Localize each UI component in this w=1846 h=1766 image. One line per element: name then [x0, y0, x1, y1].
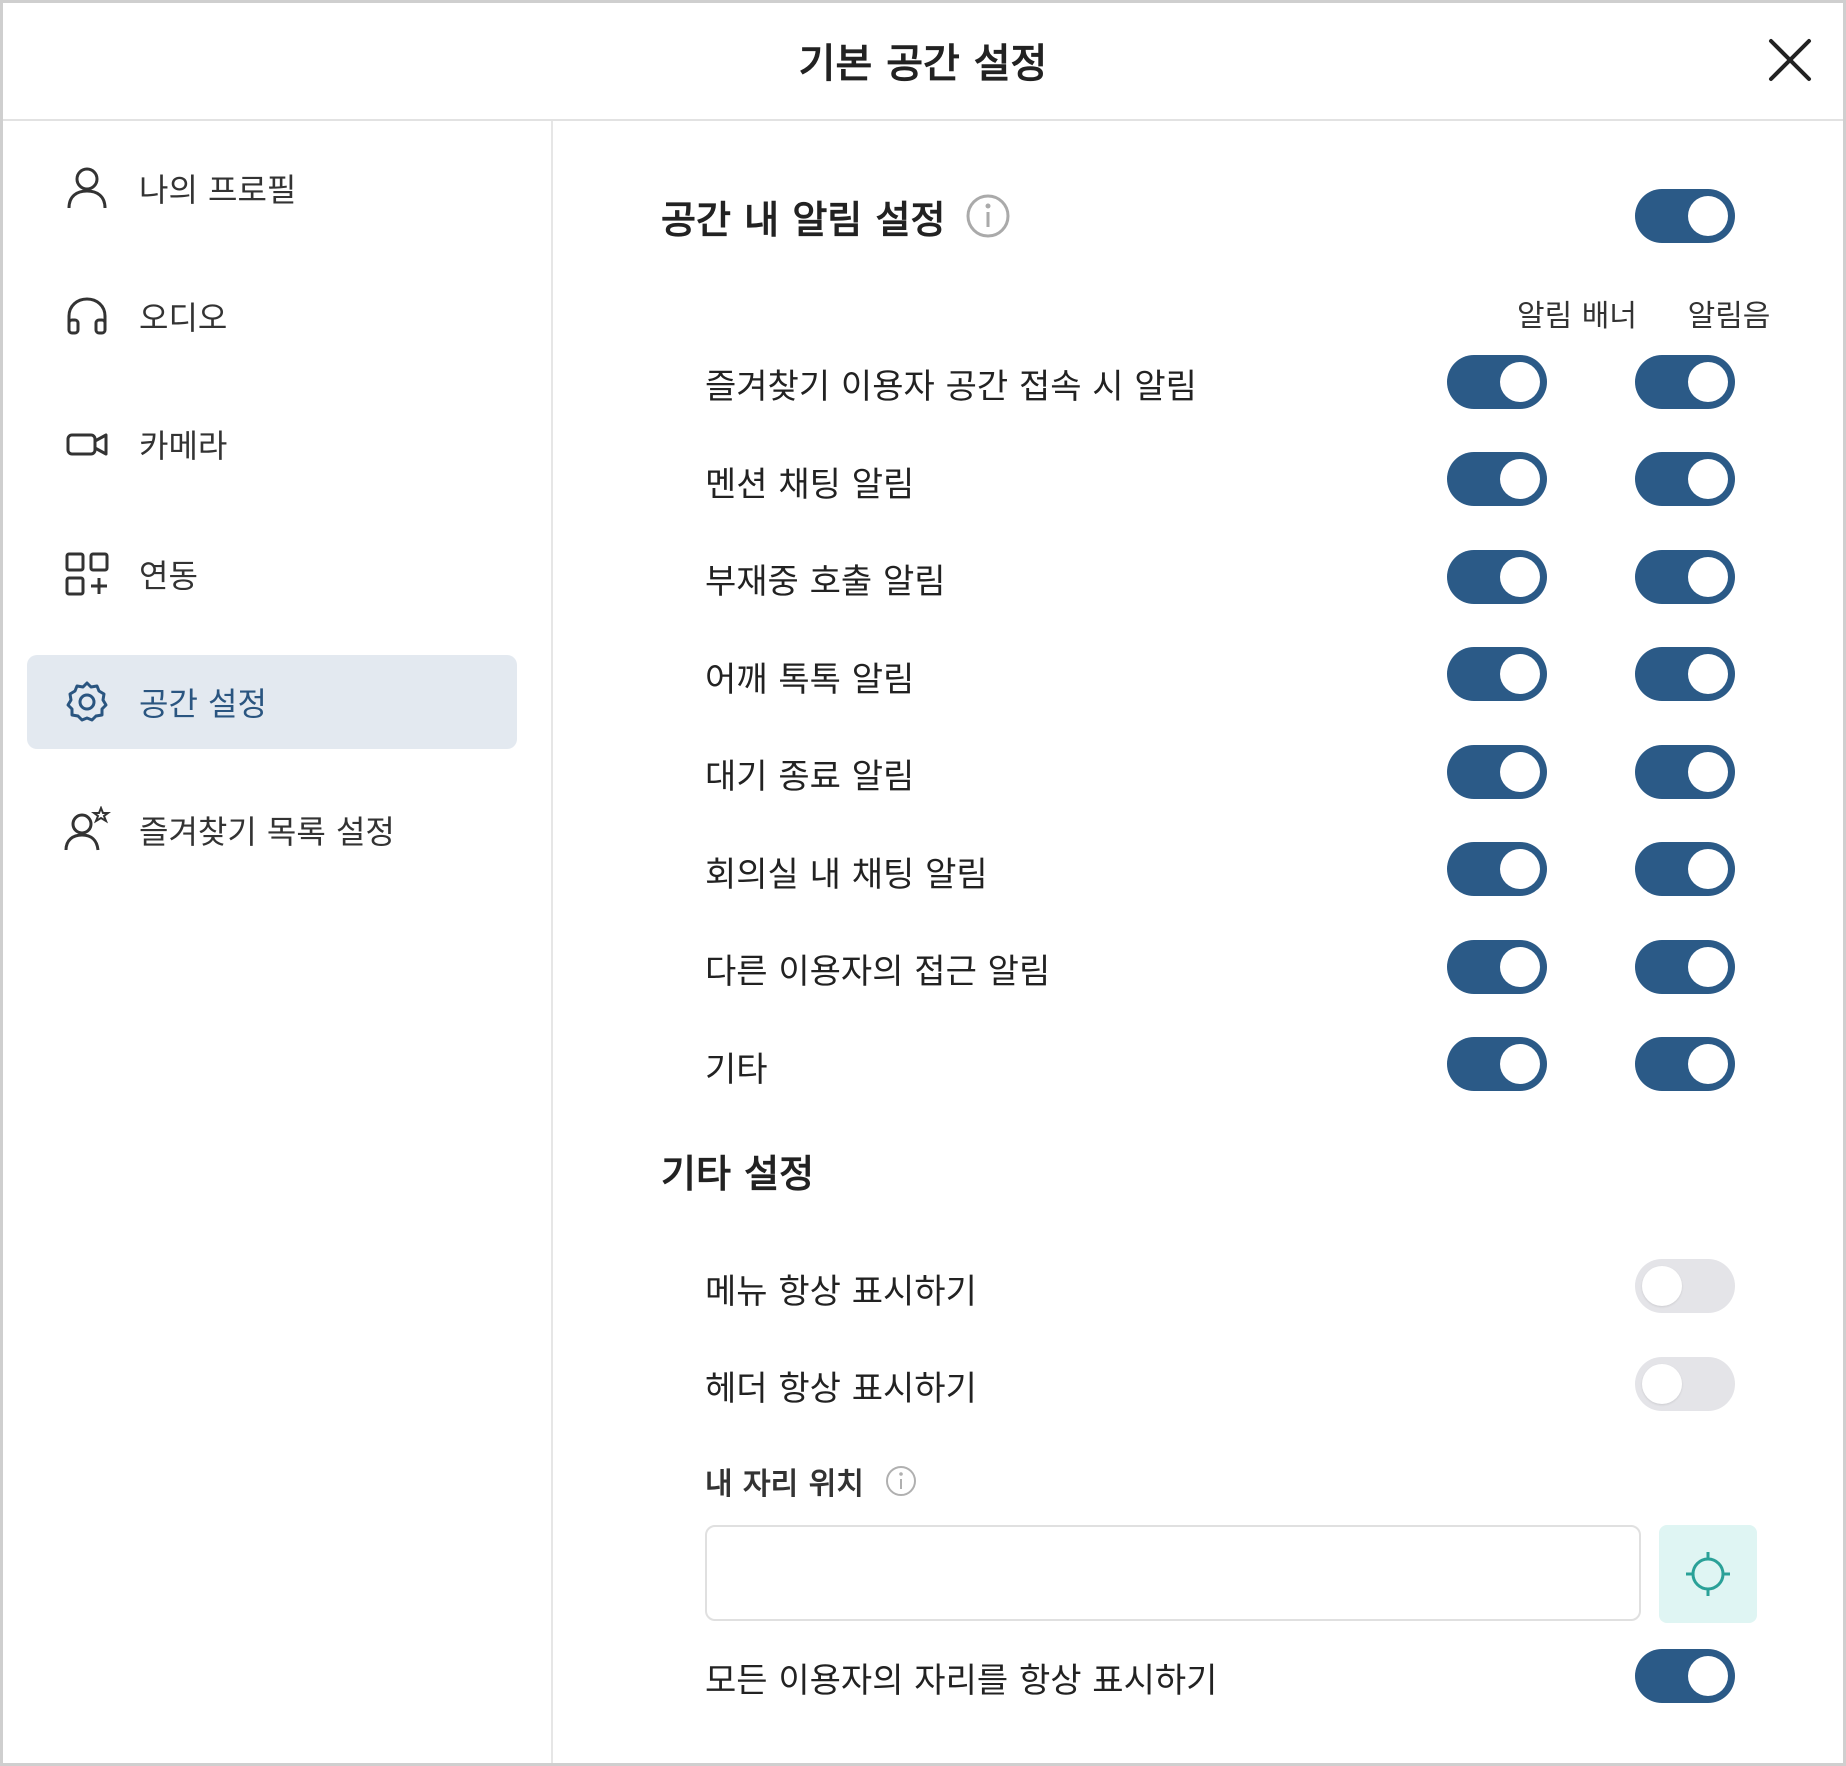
- always-show-header-toggle[interactable]: [1635, 1357, 1735, 1411]
- crosshair-icon: [1686, 1552, 1730, 1596]
- banner-toggle-favorite-access[interactable]: [1447, 355, 1547, 409]
- headphones-icon: [67, 297, 107, 335]
- notification-row-label: 멘션 채팅 알림: [705, 465, 915, 505]
- sound-toggle-favorite-access[interactable]: [1635, 355, 1735, 409]
- banner-toggle-wait-end[interactable]: [1447, 745, 1547, 799]
- always-show-menu-toggle[interactable]: [1635, 1259, 1735, 1313]
- column-header-sound: 알림음: [1687, 299, 1771, 334]
- sidebar-item-camera[interactable]: 카메라: [27, 397, 517, 491]
- sound-toggle-user-approach[interactable]: [1635, 940, 1735, 994]
- settings-dialog: 기본 공간 설정 나의 프로필 오디오 카메라 연동 공간 설정 즐겨찾기 목록…: [0, 0, 1846, 1766]
- sidebar-item-label: 즐겨찾기 목록 설정: [139, 813, 395, 851]
- notification-settings-title: 공간 내 알림 설정: [661, 198, 946, 242]
- user-icon: [67, 167, 107, 209]
- camera-icon: [66, 433, 108, 456]
- info-icon[interactable]: [965, 193, 1011, 239]
- sidebar-item-label: 공간 설정: [139, 685, 267, 723]
- setting-row-label: 헤더 항상 표시하기: [705, 1369, 977, 1409]
- seat-location-label: 내 자리 위치: [705, 1467, 864, 1502]
- banner-toggle-other[interactable]: [1447, 1037, 1547, 1091]
- sound-toggle-other[interactable]: [1635, 1037, 1735, 1091]
- notification-row-label: 기타: [705, 1050, 768, 1090]
- sidebar-item-profile[interactable]: 나의 프로필: [27, 141, 517, 235]
- banner-toggle-user-approach[interactable]: [1447, 940, 1547, 994]
- notification-row-label: 회의실 내 채팅 알림: [705, 855, 988, 895]
- sidebar: 나의 프로필 오디오 카메라 연동 공간 설정 즐겨찾기 목록 설정: [3, 121, 553, 1763]
- setting-row-label: 메뉴 항상 표시하기: [705, 1272, 977, 1312]
- column-header-banner: 알림 배너: [1517, 299, 1637, 334]
- notification-row-label: 대기 종료 알림: [705, 757, 915, 797]
- banner-toggle-shoulder-tap[interactable]: [1447, 647, 1547, 701]
- notification-row-label: 어깨 톡톡 알림: [705, 660, 915, 700]
- user-star-icon: [64, 806, 111, 851]
- info-icon[interactable]: [885, 1465, 917, 1497]
- gear-icon: [66, 681, 108, 722]
- dialog-title: 기본 공간 설정: [798, 41, 1048, 87]
- notification-row-label: 즐겨찾기 이용자 공간 접속 시 알림: [705, 367, 1197, 407]
- notification-row-label: 다른 이용자의 접근 알림: [705, 952, 1051, 992]
- sound-toggle-missed-call[interactable]: [1635, 550, 1735, 604]
- notification-row-label: 부재중 호출 알림: [705, 562, 946, 602]
- sound-toggle-wait-end[interactable]: [1635, 745, 1735, 799]
- sidebar-item-label: 나의 프로필: [139, 171, 297, 209]
- show-all-seats-toggle[interactable]: [1635, 1649, 1735, 1703]
- sidebar-item-label: 오디오: [139, 299, 228, 337]
- dialog-header: 기본 공간 설정: [3, 3, 1843, 121]
- settings-content: 공간 내 알림 설정 알림 배너 알림음 즐겨찾기 이용자 공간 접속 시 알림…: [553, 121, 1843, 1763]
- sound-toggle-shoulder-tap[interactable]: [1635, 647, 1735, 701]
- show-all-seats-label: 모든 이용자의 자리를 항상 표시하기: [705, 1661, 1218, 1701]
- banner-toggle-missed-call[interactable]: [1447, 550, 1547, 604]
- other-settings-title: 기타 설정: [661, 1152, 815, 1196]
- notification-master-toggle[interactable]: [1635, 189, 1735, 243]
- apps-add-icon: [65, 552, 109, 596]
- locate-seat-button[interactable]: [1659, 1525, 1757, 1623]
- sidebar-item-audio[interactable]: 오디오: [27, 269, 517, 363]
- sidebar-item-integration[interactable]: 연동: [27, 527, 517, 621]
- sidebar-item-favorites[interactable]: 즐겨찾기 목록 설정: [27, 783, 517, 877]
- seat-location-input[interactable]: [705, 1525, 1641, 1621]
- sidebar-item-label: 카메라: [139, 427, 228, 465]
- banner-toggle-meeting-chat[interactable]: [1447, 842, 1547, 896]
- banner-toggle-mention[interactable]: [1447, 452, 1547, 506]
- sound-toggle-mention[interactable]: [1635, 452, 1735, 506]
- sidebar-item-label: 연동: [139, 557, 198, 595]
- close-icon[interactable]: [1763, 33, 1817, 87]
- sound-toggle-meeting-chat[interactable]: [1635, 842, 1735, 896]
- sidebar-item-space-settings[interactable]: 공간 설정: [27, 655, 517, 749]
